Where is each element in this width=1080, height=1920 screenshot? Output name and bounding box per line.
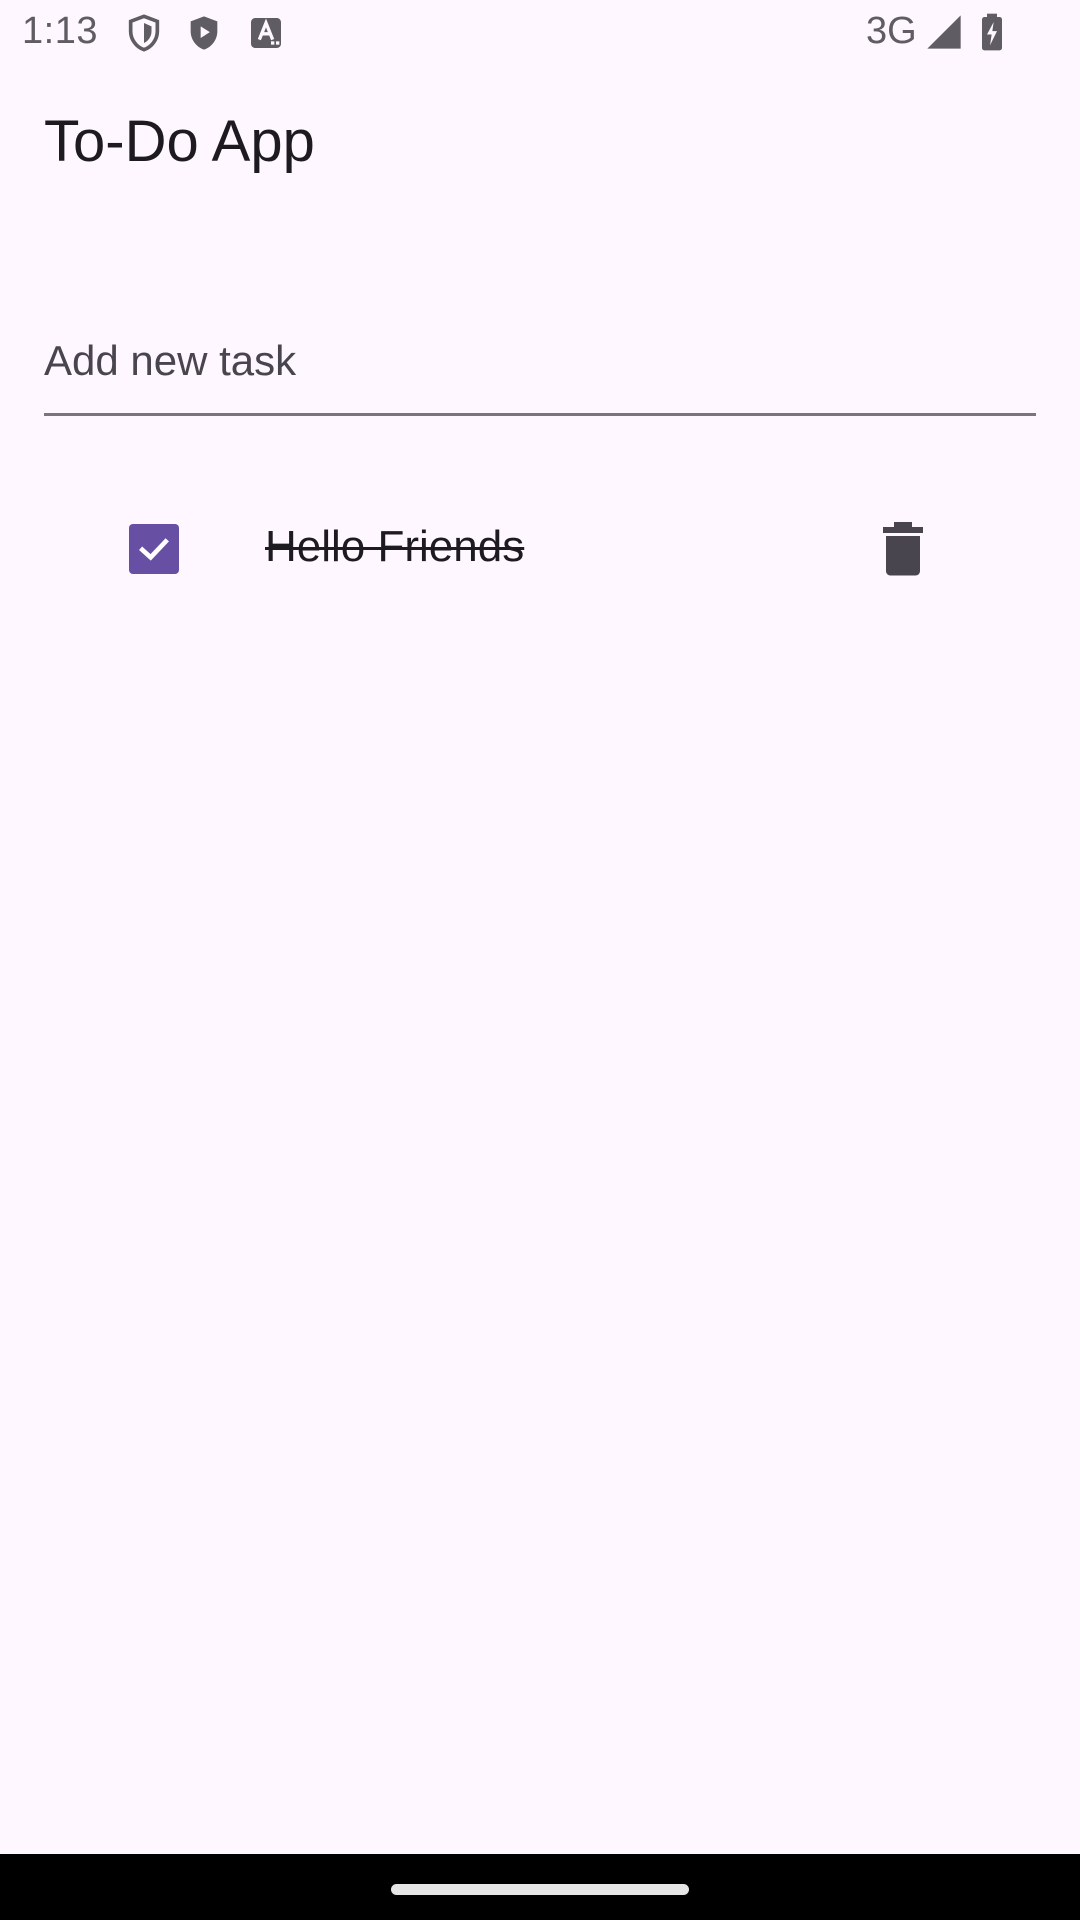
network-type: 3G [866,10,917,52]
play-protect-icon [184,13,224,53]
text-assistant-icon [246,13,286,53]
shield-icon [124,13,164,53]
trash-icon [883,522,923,576]
new-task-field[interactable] [44,290,1036,416]
page-title: To-Do App [44,109,315,174]
home-gesture-handle[interactable] [391,1884,689,1895]
task-label: Hello Friends [265,522,525,571]
status-time: 1:13 [22,10,98,52]
status-bar: 1:13 3G [0,0,1080,66]
delete-task-button[interactable] [880,522,926,576]
cell-signal-icon [924,12,964,52]
task-checkbox[interactable] [129,524,179,574]
new-task-input[interactable] [44,290,1036,413]
list-item: Hello Friends [0,490,1080,610]
battery-charging-icon [972,12,1012,52]
navigation-bar [0,1854,1080,1920]
check-icon [139,538,169,561]
